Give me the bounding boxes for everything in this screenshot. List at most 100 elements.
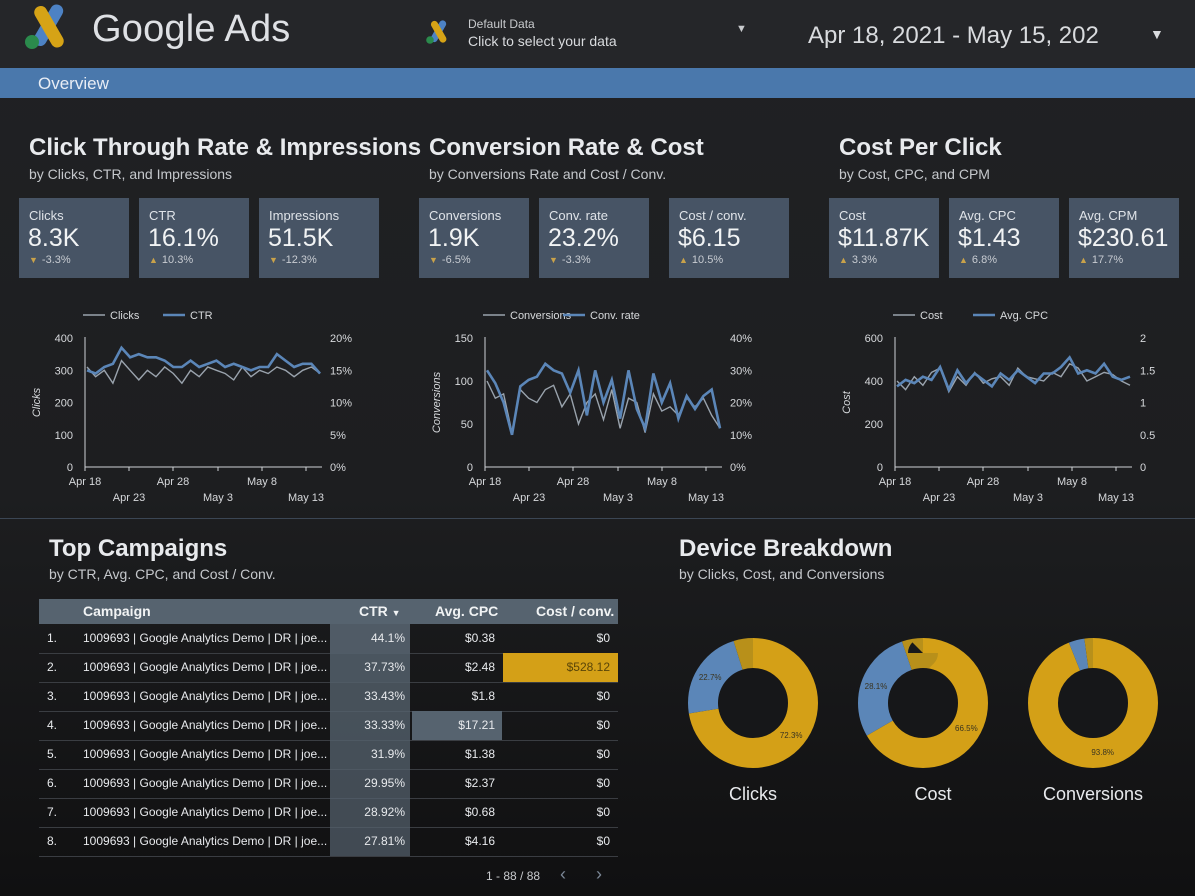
kpi-label: Clicks <box>29 208 64 223</box>
clicks-ctr-line-chart: Clicks CTR 400 300 200 100 0 20% 15% 10% 5% 0% Click… <box>31 310 352 504</box>
y-tick-label-right: 20% <box>330 333 352 345</box>
y-tick-label-right: 0.5 <box>1140 430 1155 442</box>
cost-conv-value: $0 <box>596 776 610 790</box>
ctr-value: 33.33% <box>364 718 405 732</box>
app-title: Google Ads <box>92 8 291 50</box>
kpi-value: 16.1% <box>148 224 219 252</box>
row-number: 1. <box>47 631 58 645</box>
data-source-icon <box>426 20 447 44</box>
y-tick-label-right: 1.5 <box>1140 365 1155 377</box>
arrow-down-icon: ▼ <box>29 255 38 265</box>
data-source-picker[interactable]: Default Data Click to select your data ▼ <box>416 8 756 58</box>
x-tick-label: Apr 28 <box>557 476 589 488</box>
kpi-value: $6.15 <box>678 224 741 252</box>
x-tick-label: May 13 <box>1098 492 1134 504</box>
caret-down-icon: ▼ <box>736 23 747 35</box>
cost-conv-value: $0 <box>596 689 610 703</box>
table-row[interactable]: 7. 1009693 | Google Analytics Demo | DR |… <box>39 798 618 828</box>
x-tick-label: Apr 18 <box>469 476 501 488</box>
kpi-value: 51.5K <box>268 224 334 252</box>
kpi-card-clicks[interactable]: Clicks 8.3K ▼ -3.3% <box>19 198 129 278</box>
x-tick-label: May 13 <box>288 492 324 504</box>
x-tick-label: Apr 18 <box>879 476 911 488</box>
y-tick-label: 0 <box>67 462 73 474</box>
y-axis-title: Cost <box>841 390 853 414</box>
table-row[interactable]: 5. 1009693 | Google Analytics Demo | DR |… <box>39 740 618 770</box>
y-axis-title: Clicks <box>31 387 43 417</box>
chevron-left-icon[interactable]: ‹ <box>560 864 566 885</box>
x-tick-label: Apr 23 <box>113 492 145 504</box>
table-row[interactable]: 3. 1009693 | Google Analytics Demo | DR |… <box>39 682 618 712</box>
kpi-value: $1.43 <box>958 224 1021 252</box>
ctr-value: 27.81% <box>364 834 405 848</box>
row-number: 3. <box>47 689 58 703</box>
y-tick-label-right: 1 <box>1140 398 1146 410</box>
app-header: Google Ads Default Data Click to select … <box>0 0 1195 68</box>
slice-label: 66.5% <box>955 724 978 733</box>
kpi-card-conv-rate[interactable]: Conv. rate 23.2% ▼ -3.3% <box>539 198 649 278</box>
y-tick-label-right: 2 <box>1140 333 1146 345</box>
section-title: Click Through Rate & Impressions <box>29 134 422 161</box>
section-title: Conversion Rate & Cost <box>429 134 704 161</box>
campaign-name: 1009693 | Google Analytics Demo | DR | j… <box>83 747 328 761</box>
caret-down-icon: ▼ <box>1150 26 1164 42</box>
table-row[interactable]: 4. 1009693 | Google Analytics Demo | DR |… <box>39 711 618 741</box>
ctr-value: 37.73% <box>364 660 405 674</box>
x-tick-label: Apr 28 <box>157 476 189 488</box>
kpi-card-avg-cpc[interactable]: Avg. CPC $1.43 ▲ 6.8% <box>949 198 1059 278</box>
kpi-delta: ▲ 17.7% <box>1079 254 1124 266</box>
table-row[interactable]: 6. 1009693 | Google Analytics Demo | DR |… <box>39 769 618 799</box>
donut-hole <box>718 668 788 738</box>
kpi-delta: ▲ 10.3% <box>149 254 194 266</box>
column-header-campaign[interactable]: Campaign <box>83 603 151 619</box>
y-tick-label: 150 <box>455 333 473 345</box>
campaign-name: 1009693 | Google Analytics Demo | DR | j… <box>83 776 328 790</box>
avg-cpc-value: $0.38 <box>464 631 495 645</box>
ctr-value: 31.9% <box>370 747 405 761</box>
ctr-value: 28.92% <box>364 805 405 819</box>
y-tick-label: 600 <box>865 333 883 345</box>
row-number: 6. <box>47 776 58 790</box>
x-tick-label: Apr 23 <box>513 492 545 504</box>
y-tick-label-right: 10% <box>730 430 752 442</box>
donut-hole <box>888 668 958 738</box>
device-breakdown-title: Device Breakdown <box>679 535 893 562</box>
x-tick-label: May 8 <box>247 476 277 488</box>
x-tick-label: May 13 <box>688 492 724 504</box>
date-range-picker[interactable]: Apr 18, 2021 - May 15, 202 ▼ <box>794 10 1174 60</box>
kpi-card-avg-cpm[interactable]: Avg. CPM $230.61 ▲ 17.7% <box>1069 198 1179 278</box>
column-header-ctr[interactable]: CTR ▼ <box>359 603 401 619</box>
y-tick-label: 200 <box>55 398 73 410</box>
avg-cpc-value: $17.21 <box>458 718 495 732</box>
table-row[interactable]: 2. 1009693 | Google Analytics Demo | DR |… <box>39 653 618 683</box>
cost-conv-value: $528.12 <box>566 660 610 674</box>
page-nav-bar: Overview <box>0 68 1195 98</box>
arrow-up-icon: ▲ <box>839 255 848 265</box>
arrow-down-icon: ▼ <box>269 255 278 265</box>
x-tick-label: May 3 <box>1013 492 1043 504</box>
kpi-card-ctr[interactable]: CTR 16.1% ▲ 10.3% <box>139 198 249 278</box>
column-header-cost-conv[interactable]: Cost / conv. <box>536 603 614 619</box>
kpi-delta: ▼ -3.3% <box>549 254 591 266</box>
kpi-card-cost-per-conv[interactable]: Cost / conv. $6.15 ▲ 10.5% <box>669 198 789 278</box>
kpi-card-cost[interactable]: Cost $11.87K ▲ 3.3% <box>829 198 939 278</box>
y-tick-label-right: 0% <box>730 462 746 474</box>
kpi-label: CTR <box>149 208 176 223</box>
kpi-delta: ▲ 3.3% <box>839 254 877 266</box>
kpi-card-impressions[interactable]: Impressions 51.5K ▼ -12.3% <box>259 198 379 278</box>
avg-cpc-value: $2.37 <box>464 776 495 790</box>
table-row[interactable]: 1. 1009693 | Google Analytics Demo | DR |… <box>39 624 618 654</box>
tab-overview[interactable]: Overview <box>38 74 109 94</box>
donut-label-conversions: Conversions <box>1042 784 1144 804</box>
data-source-hint: Click to select your data <box>468 33 617 49</box>
table-row[interactable]: 8. 1009693 | Google Analytics Demo | DR |… <box>39 827 618 857</box>
series-line-conv-rate <box>485 361 722 436</box>
arrow-up-icon: ▲ <box>959 255 968 265</box>
conversions-device-donut: 93.8% <box>1028 638 1158 768</box>
chevron-right-icon[interactable]: › <box>596 864 602 885</box>
series-line-avg-cpc <box>896 355 1131 393</box>
arrow-down-icon: ▼ <box>549 255 558 265</box>
column-header-avg-cpc[interactable]: Avg. CPC <box>435 603 498 619</box>
kpi-card-conversions[interactable]: Conversions 1.9K ▼ -6.5% <box>419 198 529 278</box>
arrow-down-icon: ▼ <box>429 255 438 265</box>
